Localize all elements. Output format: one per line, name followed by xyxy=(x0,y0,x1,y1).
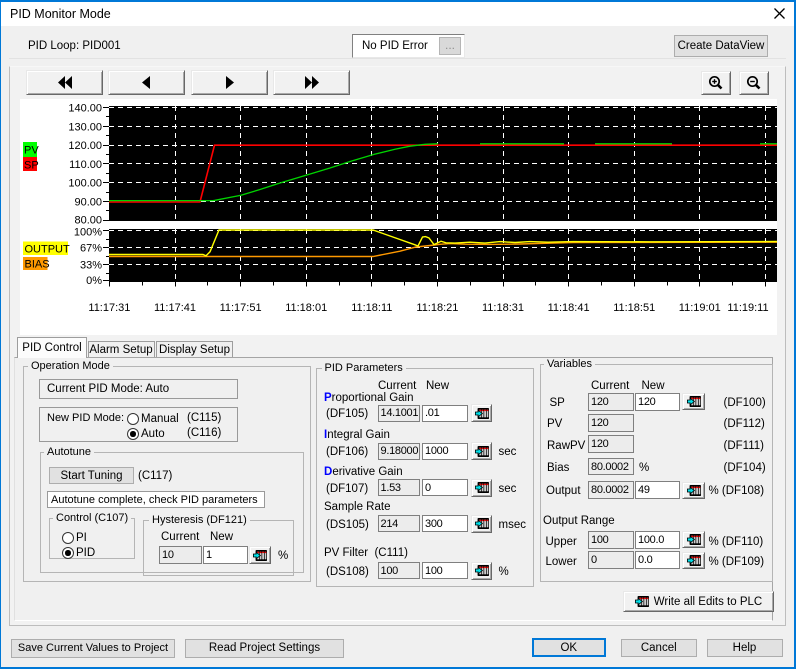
svg-text:120.00: 120.00 xyxy=(68,140,102,152)
svg-text:67%: 67% xyxy=(80,243,102,255)
svg-text:11:18:01: 11:18:01 xyxy=(285,302,327,314)
svg-text:11:18:51: 11:18:51 xyxy=(613,302,655,314)
svg-text:11:17:31: 11:17:31 xyxy=(88,302,130,314)
svg-text:BIAS: BIAS xyxy=(25,259,50,271)
svg-text:140.00: 140.00 xyxy=(68,103,102,115)
svg-text:11:18:21: 11:18:21 xyxy=(416,302,458,314)
svg-text:11:18:11: 11:18:11 xyxy=(351,302,392,314)
svg-text:80.00: 80.00 xyxy=(74,215,102,227)
svg-text:11:18:41: 11:18:41 xyxy=(548,302,590,314)
svg-text:0%: 0% xyxy=(86,275,102,287)
svg-text:SP: SP xyxy=(24,160,39,172)
svg-text:11:17:41: 11:17:41 xyxy=(154,302,196,314)
svg-text:11:19:01: 11:19:01 xyxy=(679,302,721,314)
svg-text:11:18:31: 11:18:31 xyxy=(482,302,524,314)
svg-text:11:17:51: 11:17:51 xyxy=(220,302,262,314)
svg-text:OUTPUT: OUTPUT xyxy=(25,244,71,256)
svg-text:PV: PV xyxy=(24,145,39,157)
svg-text:33%: 33% xyxy=(80,260,102,272)
svg-text:130.00: 130.00 xyxy=(68,121,102,133)
svg-text:100.00: 100.00 xyxy=(68,178,102,190)
svg-text:11:19:11: 11:19:11 xyxy=(727,302,768,314)
svg-text:90.00: 90.00 xyxy=(74,197,102,209)
svg-text:110.00: 110.00 xyxy=(69,159,102,171)
svg-text:100%: 100% xyxy=(74,227,102,239)
